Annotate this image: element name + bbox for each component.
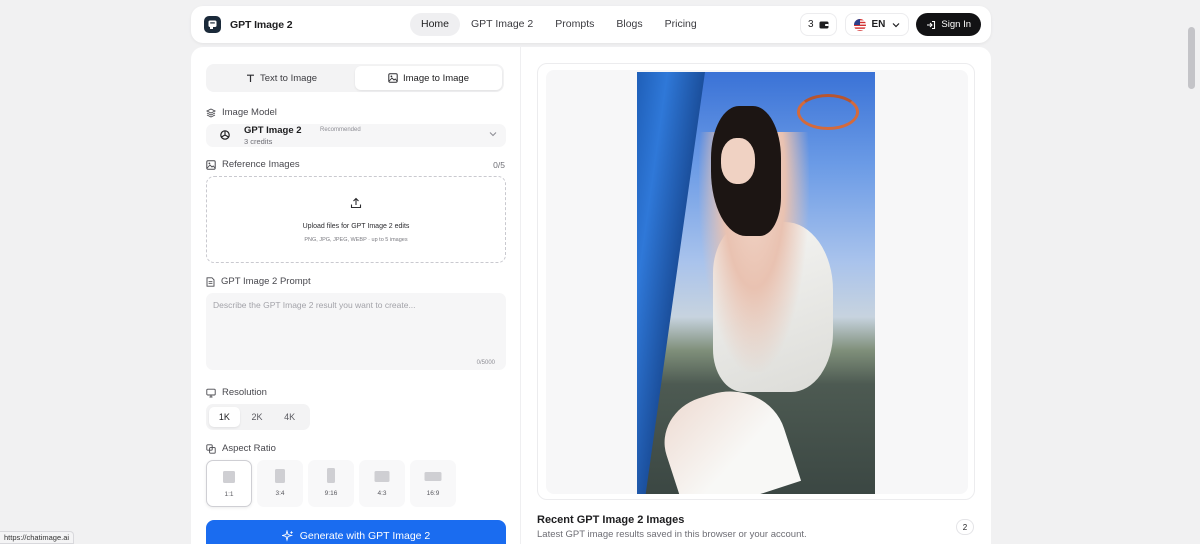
aspect-ratio-icon bbox=[206, 443, 216, 454]
recent-images-title: Recent GPT Image 2 Images bbox=[537, 514, 685, 526]
resolution-heading: Resolution bbox=[206, 387, 267, 398]
ratio-shape-icon bbox=[275, 469, 285, 483]
us-flag-icon bbox=[853, 18, 866, 31]
chevron-down-icon bbox=[489, 132, 497, 137]
aspect-ratio-option-4-3[interactable]: 4:3 bbox=[359, 460, 405, 507]
upload-dropzone[interactable]: Upload files for GPT Image 2 edits PNG, … bbox=[206, 176, 506, 263]
prompt-label: GPT Image 2 Prompt bbox=[221, 276, 311, 287]
scrollbar-thumb[interactable] bbox=[1188, 27, 1195, 89]
ratio-shape-icon bbox=[223, 471, 235, 483]
reference-images-heading: Reference Images bbox=[206, 159, 300, 170]
nav-item-home[interactable]: Home bbox=[410, 13, 461, 36]
image-icon bbox=[388, 73, 398, 83]
status-bar-url: https://chatimage.ai bbox=[0, 531, 75, 544]
tab-label: Image to Image bbox=[402, 72, 469, 84]
nav-item-blogs[interactable]: Blogs bbox=[605, 13, 653, 36]
language-selector[interactable]: EN bbox=[844, 13, 910, 36]
recent-images-count: 2 bbox=[956, 519, 974, 535]
chevron-down-icon bbox=[892, 22, 900, 27]
ratio-shape-icon bbox=[424, 472, 442, 481]
nav-item-prompts[interactable]: Prompts bbox=[544, 13, 605, 36]
main-nav: Home GPT Image 2 Prompts Blogs Pricing bbox=[410, 6, 708, 43]
upload-title: Upload files for GPT Image 2 edits bbox=[302, 223, 410, 230]
photo-hoop bbox=[797, 94, 859, 130]
ratio-shape-icon bbox=[327, 468, 335, 483]
prompt-heading: GPT Image 2 Prompt bbox=[206, 276, 311, 287]
ratio-label: 16:9 bbox=[426, 490, 440, 497]
aspect-ratio-option-16-9[interactable]: 16:9 bbox=[410, 460, 456, 507]
sign-in-label: Sign In bbox=[941, 19, 971, 30]
preview-canvas bbox=[546, 70, 968, 494]
aspect-ratio-option-3-4[interactable]: 3:4 bbox=[257, 460, 303, 507]
aspect-ratio-label: Aspect Ratio bbox=[222, 443, 276, 454]
wallet-icon bbox=[819, 21, 829, 29]
settings-panel: Text to Image Image to Image Image Model… bbox=[191, 47, 521, 544]
tab-image-to-image[interactable]: Image to Image bbox=[355, 66, 502, 90]
resolution-option-1k[interactable]: 1K bbox=[209, 407, 240, 427]
tab-text-to-image[interactable]: Text to Image bbox=[208, 66, 355, 90]
aspect-ratio-selector: 1:1 3:4 9:16 4:3 16:9 bbox=[206, 460, 461, 507]
upload-hint: PNG, JPG, JPEG, WEBP · up to 5 images bbox=[304, 237, 408, 243]
image-model-heading: Image Model bbox=[206, 107, 277, 118]
photo-figure-face bbox=[721, 138, 755, 184]
photo-figure-leg bbox=[652, 376, 802, 494]
nav-actions: 3 EN Sign In bbox=[799, 6, 981, 43]
prompt-char-counter: 0/5000 bbox=[476, 360, 495, 366]
aspect-ratio-option-9-16[interactable]: 9:16 bbox=[308, 460, 354, 507]
generate-button[interactable]: Generate with GPT Image 2 bbox=[206, 520, 506, 544]
ratio-label: 1:1 bbox=[224, 491, 234, 498]
mode-tabs: Text to Image Image to Image bbox=[206, 64, 504, 92]
brand[interactable]: GPT Image 2 bbox=[204, 16, 293, 33]
openai-icon bbox=[220, 130, 230, 140]
model-name: GPT Image 2 bbox=[244, 125, 302, 136]
resolution-selector: 1K 2K 4K bbox=[206, 404, 310, 430]
generated-image[interactable] bbox=[637, 72, 875, 494]
aspect-ratio-heading: Aspect Ratio bbox=[206, 443, 276, 454]
reference-images-count: 0/5 bbox=[493, 160, 505, 170]
generator-card: Text to Image Image to Image Image Model… bbox=[191, 47, 991, 544]
resolution-option-2k[interactable]: 2K bbox=[242, 407, 273, 427]
model-credits: 3 credits bbox=[244, 137, 273, 146]
brand-logo-icon bbox=[204, 16, 221, 33]
aspect-ratio-option-1-1[interactable]: 1:1 bbox=[206, 460, 252, 507]
nav-item-gpt-image-2[interactable]: GPT Image 2 bbox=[460, 13, 544, 36]
resolution-option-4k[interactable]: 4K bbox=[274, 407, 305, 427]
recent-images-subtitle: Latest GPT image results saved in this b… bbox=[537, 529, 807, 540]
tab-label: Text to Image bbox=[259, 72, 318, 84]
prompt-input[interactable] bbox=[206, 293, 506, 370]
image-icon bbox=[206, 159, 216, 170]
credits-indicator[interactable]: 3 bbox=[799, 13, 837, 36]
language-label: EN bbox=[871, 19, 886, 30]
reference-images-label: Reference Images bbox=[222, 159, 300, 170]
prompt-box: 0/5000 bbox=[206, 293, 506, 370]
resolution-label: Resolution bbox=[222, 387, 267, 398]
image-model-label: Image Model bbox=[222, 107, 277, 118]
login-icon bbox=[927, 20, 936, 29]
monitor-icon bbox=[206, 388, 216, 397]
ratio-shape-icon bbox=[374, 471, 390, 482]
recommended-badge: Recommended bbox=[320, 127, 361, 133]
generate-label: Generate with GPT Image 2 bbox=[299, 530, 431, 542]
ratio-label: 9:16 bbox=[324, 490, 338, 497]
text-icon bbox=[246, 74, 254, 82]
brand-name: GPT Image 2 bbox=[230, 18, 293, 31]
upload-icon bbox=[350, 197, 362, 209]
image-model-select[interactable]: GPT Image 2 Recommended 3 credits bbox=[206, 124, 506, 147]
preview-panel bbox=[537, 63, 975, 500]
layers-icon bbox=[206, 107, 216, 118]
credits-count: 3 bbox=[807, 19, 814, 30]
top-navbar: GPT Image 2 Home GPT Image 2 Prompts Blo… bbox=[191, 6, 991, 43]
ratio-label: 4:3 bbox=[377, 490, 387, 497]
document-icon bbox=[206, 276, 215, 287]
sign-in-button[interactable]: Sign In bbox=[916, 13, 981, 36]
nav-item-pricing[interactable]: Pricing bbox=[654, 13, 708, 36]
ratio-label: 3:4 bbox=[275, 490, 285, 497]
sparkles-icon bbox=[281, 530, 293, 542]
